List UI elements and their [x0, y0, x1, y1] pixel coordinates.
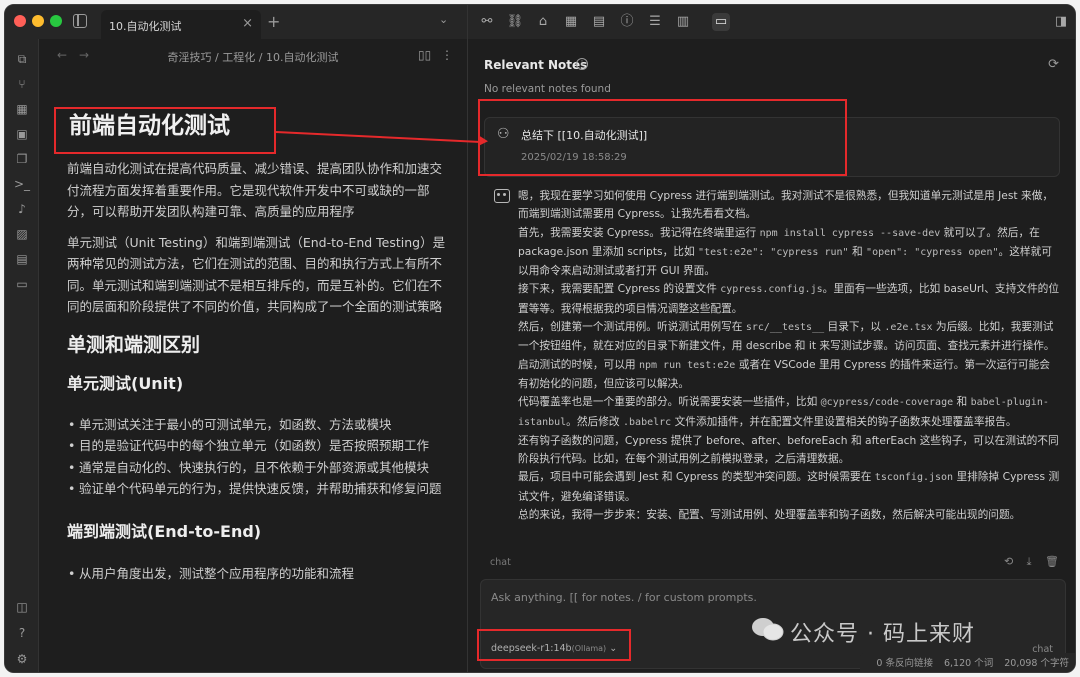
outgoing-link-icon[interactable]: ⛓ [506, 13, 524, 31]
char-count: 20,098 个字符 [1004, 658, 1069, 669]
tab-title: 10.自动化测试 [109, 20, 182, 33]
settings-gear-icon[interactable]: ⚙ [14, 651, 30, 667]
bullet-list: 从用户角度出发，测试整个应用程序的功能和流程 [67, 563, 447, 585]
chat-input-placeholder: Ask anything. [[ for notes. / for custom… [491, 591, 757, 604]
slides-icon[interactable]: ▨ [14, 226, 30, 242]
bullet-list: 单元测试关注于最小的可测试单元，如函数、方法或模块 目的是验证代码中的每个独立单… [67, 414, 447, 500]
reading-view-icon[interactable]: ▯▯ [418, 48, 431, 62]
graph-view-icon[interactable]: ⑂ [14, 76, 30, 92]
open-quick-switcher-icon[interactable]: ⧉ [14, 51, 30, 67]
tab-list-icon[interactable]: ⌄ [439, 13, 448, 26]
sidebar-toggle-icon[interactable] [73, 14, 87, 28]
help-icon[interactable]: ? [14, 625, 30, 641]
chat-label: chat [490, 557, 511, 568]
new-tab-icon[interactable]: + [267, 12, 280, 31]
refresh-icon[interactable]: ⟳ [1048, 57, 1059, 72]
watermark: 公众号 · 码上来财 [790, 622, 975, 647]
list-item: 从用户角度出发，测试整个应用程序的功能和流程 [67, 563, 447, 585]
paragraph: 前端自动化测试在提高代码质量、减少错误、提高团队协作和加速交付流程方面发挥着重要… [67, 161, 443, 219]
list-item: 目的是验证代码中的每个独立单元（如函数）是否按照预期工作 [67, 435, 447, 457]
canvas-icon[interactable]: ▦ [14, 101, 30, 117]
annotation-arrow-head [478, 135, 489, 147]
message-paragraph: 最后，项目中可能会遇到 Jest 和 Cypress 的类型冲突问题。这时候需要… [518, 470, 1060, 503]
annotation-box [54, 107, 276, 154]
list-item: 单元测试关注于最小的可测试单元，如函数、方法或模块 [67, 414, 447, 436]
table-icon[interactable]: ▥ [674, 13, 692, 31]
audio-icon[interactable]: ♪ [14, 201, 30, 217]
message-paragraph: 然后，创建第一个测试用例。听说测试用例写在 src/__tests__ 目录下，… [518, 320, 1055, 353]
templates-icon[interactable]: ❐ [14, 151, 30, 167]
annotation-box [477, 629, 631, 661]
wechat-logo-icon [752, 618, 784, 641]
backlinks-count[interactable]: 0 条反向链接 [876, 658, 933, 669]
bot-avatar-icon [494, 189, 510, 203]
vault-icon[interactable]: ◫ [14, 599, 30, 615]
annotation-box [478, 99, 847, 176]
message-paragraph: 还有钩子函数的问题，Cypress 提供了 before、after、befor… [518, 433, 1059, 466]
message-paragraph: 启动测试的时候，可以用 npm run test:e2e 或者在 VSCode … [518, 357, 1050, 390]
list-item: 通常是自动化的、快速执行的，且不依赖于外部资源或其他模块 [67, 457, 447, 479]
heading-2: 单测和端测区别 [67, 333, 201, 356]
info-icon[interactable]: i [576, 58, 588, 70]
left-ribbon: ⧉ ⑂ ▦ ▣ ❐ >_ ♪ ▨ ▤ ▭ ◫ ? ⚙ [5, 39, 39, 672]
download-icon[interactable]: ⤓ [1027, 555, 1032, 568]
spreadsheet-icon[interactable]: ▤ [14, 251, 30, 267]
maximize-window-button[interactable] [50, 15, 62, 27]
heading-3: 端到端测试(End-to-End) [67, 521, 262, 541]
paragraph: 单元测试（Unit Testing）和端到端测试（End-to-End Test… [67, 234, 446, 315]
message-paragraph: 代码覆盖率也是一个重要的部分。听说需要安装一些插件，比如 @cypress/co… [518, 395, 1049, 428]
command-palette-icon[interactable]: >_ [14, 176, 30, 192]
daily-note-icon[interactable]: ▣ [14, 126, 30, 142]
close-window-button[interactable] [14, 15, 26, 27]
relevant-notes-title: Relevant Notes [484, 58, 588, 72]
more-options-icon[interactable]: ⋮ [441, 48, 453, 62]
list-item: 验证单个代码单元的行为，提供快速反馈，并帮助捕获和修复问题 [67, 478, 447, 500]
info-icon[interactable]: ⓘ [618, 13, 636, 31]
message-paragraph: 嗯，我现在要学习如何使用 Cypress 进行端到端测试。我对测试不是很熟悉，但… [518, 189, 1054, 221]
message-actions: ⟲ ⤓ 🗑 [994, 555, 1059, 569]
message-paragraph: 总的来说，我得一步步来：安装、配置、写测试用例、处理覆盖率和钩子函数，然后解决可… [518, 508, 1021, 522]
status-bar: 0 条反向链接 6,120 个词 20,098 个字符 [860, 653, 1075, 672]
delete-icon[interactable]: 🗑 [1045, 555, 1059, 568]
assistant-message: 嗯，我现在要学习如何使用 Cypress 进行端到端测试。我对测试不是很熟悉，但… [518, 187, 1060, 524]
message-paragraph: 首先，我需要安装 Cypress。我记得在终端里运行 npm install c… [518, 225, 1052, 278]
tab-active-note[interactable]: 10.自动化测试 × [101, 10, 261, 39]
chat-icon[interactable]: ▭ [14, 276, 30, 292]
close-icon[interactable]: × [242, 16, 253, 31]
note-content[interactable]: 前端自动化测试 前端自动化测试在提高代码质量、减少错误、提高团队协作和加速交付流… [67, 111, 447, 584]
right-sidebar-toolbar: ⚯ ⛓ ⌂ ▦ ▤ ⓘ ☰ ▥ ▭ ◨ [467, 5, 1075, 39]
relevant-notes-empty: No relevant notes found [484, 83, 611, 95]
minimize-window-button[interactable] [32, 15, 44, 27]
message-paragraph: 接下来，我需要配置 Cypress 的设置文件 cypress.config.j… [518, 282, 1060, 315]
chat-icon[interactable]: ▭ [712, 13, 730, 31]
archive-icon[interactable]: ▤ [590, 13, 608, 31]
list-icon[interactable]: ☰ [646, 13, 664, 31]
note-header: ← → 奇淫技巧 / 工程化 / 10.自动化测试 ▯▯ ⋮ [39, 39, 467, 71]
heading-3: 单元测试(Unit) [67, 373, 184, 393]
right-sidebar-toggle-icon[interactable]: ◨ [1052, 13, 1070, 31]
word-count: 6,120 个词 [943, 658, 994, 669]
link-icon[interactable]: ⚯ [478, 13, 496, 31]
calendar-icon[interactable]: ▦ [562, 13, 580, 31]
tag-icon[interactable]: ⌂ [534, 13, 552, 31]
breadcrumb[interactable]: 奇淫技巧 / 工程化 / 10.自动化测试 [39, 49, 467, 65]
regenerate-icon[interactable]: ⟲ [1004, 555, 1013, 568]
